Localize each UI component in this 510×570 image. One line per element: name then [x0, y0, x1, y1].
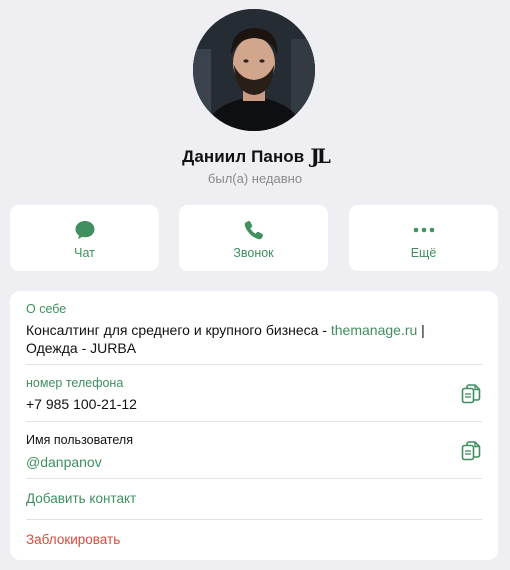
phone-value[interactable]: +7 985 100-21-12 [26, 395, 482, 413]
last-seen-status: был(а) недавно [207, 171, 303, 186]
about-text: Консалтинг для среднего и крупного бизне… [26, 321, 482, 357]
profile-name: Даниил Панов [182, 147, 305, 166]
action-buttons: Чат Звонок Ещё [10, 205, 498, 271]
about-website-link[interactable]: themanage.ru [331, 322, 417, 338]
divider [26, 519, 482, 520]
more-button[interactable]: Ещё [349, 205, 498, 271]
block-user-button[interactable]: Заблокировать [26, 532, 482, 547]
about-text-suffix: | [417, 322, 425, 338]
divider [26, 364, 482, 365]
chat-button[interactable]: Чат [10, 205, 159, 271]
phone-label: номер телефона [26, 376, 124, 390]
copy-username-icon[interactable] [460, 440, 482, 462]
more-button-label: Ещё [410, 246, 437, 260]
divider [26, 421, 482, 422]
divider [26, 478, 482, 479]
about-text-line2: Одежда - JURBA [26, 340, 137, 356]
copy-phone-icon[interactable] [460, 383, 482, 405]
profile-name-row: Даниил Панов JL [0, 144, 510, 168]
phone-icon [243, 218, 265, 242]
about-label: О себе [26, 302, 67, 316]
chat-button-label: Чат [74, 246, 95, 260]
chat-bubble-icon [74, 218, 96, 242]
username-value[interactable]: @danpanov [26, 453, 482, 471]
about-text-prefix: Консалтинг для среднего и крупного бизне… [26, 322, 331, 338]
profile-info-card: О себе Консалтинг для среднего и крупног… [10, 291, 498, 560]
more-dots-icon [412, 218, 436, 242]
call-button-label: Звонок [233, 246, 274, 260]
add-contact-button[interactable]: Добавить контакт [26, 491, 482, 506]
profile-avatar[interactable] [193, 9, 315, 131]
username-label: Имя пользователя [26, 433, 133, 447]
call-button[interactable]: Звонок [179, 205, 328, 271]
brand-badge-icon: JL [310, 144, 330, 168]
